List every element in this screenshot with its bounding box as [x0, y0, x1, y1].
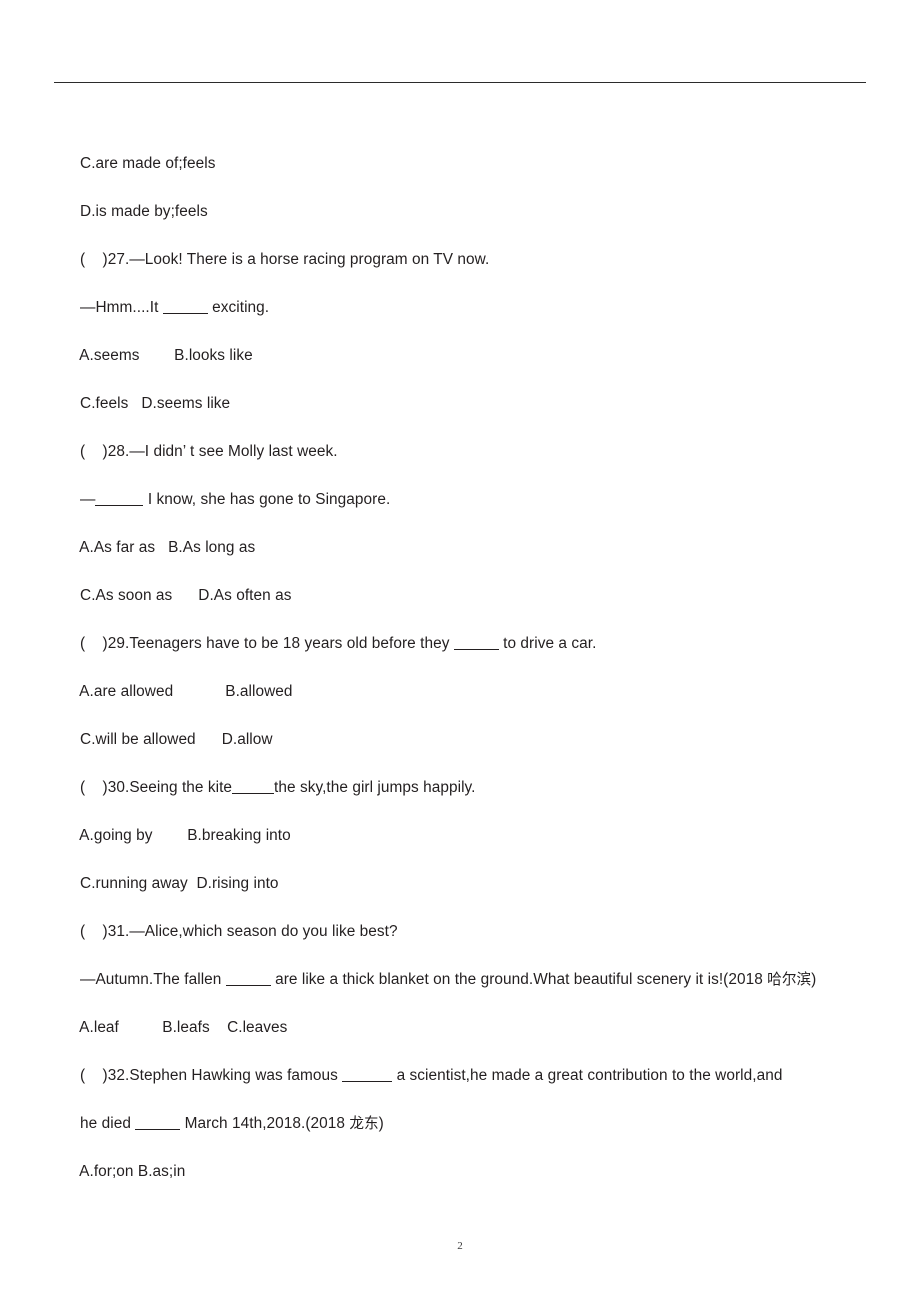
- question-text-part: ( )30.Seeing the kite: [80, 779, 233, 796]
- question-text: ( )28.—I didn’ t see Molly last week.: [80, 443, 338, 460]
- question-text-part: ( )32.Stephen Hawking was famous: [80, 1067, 343, 1084]
- question-text-part: —: [80, 491, 96, 508]
- document-body: C.are made of;feels D.is made by;feels (…: [54, 92, 874, 1180]
- question-text-part: March 14th,2018.(2018: [180, 1115, 350, 1132]
- option-text: C.feels D.seems like: [80, 395, 231, 412]
- question-text: ( )31.—Alice,which season do you like be…: [80, 923, 398, 940]
- answer-blank: [162, 313, 208, 314]
- page-number: 2: [457, 1240, 463, 1252]
- question-text-part: ): [811, 971, 817, 988]
- question-text-part: the sky,the girl jumps happily.: [274, 779, 476, 796]
- question-text-part: exciting.: [207, 299, 270, 316]
- option-line-26-c: C.are made of;feels: [54, 92, 874, 172]
- question-text-part: are like a thick blanket on the ground.W…: [270, 971, 768, 988]
- document-page: C.are made of;feels D.is made by;feels (…: [0, 0, 920, 1302]
- option-text: C.As soon as D.As often as: [80, 587, 292, 604]
- option-text: A.seems B.looks like: [79, 347, 253, 364]
- answer-blank: [225, 985, 271, 986]
- option-text: A.leaf B.leafs C.leaves: [79, 1019, 288, 1036]
- answer-blank: [232, 793, 275, 794]
- question-text: ( )27.—Look! There is a horse racing pro…: [80, 251, 490, 268]
- question-text-part: a scientist,he made a great contribution…: [392, 1067, 783, 1084]
- option-text: D.is made by;feels: [80, 203, 208, 220]
- answer-blank: [342, 1081, 393, 1082]
- question-text-part: ( )29.Teenagers have to be 18 years old …: [80, 635, 454, 652]
- answer-blank: [453, 649, 499, 650]
- option-text: A.As far as B.As long as: [79, 539, 256, 556]
- option-text: A.going by B.breaking into: [79, 827, 291, 844]
- option-text: C.will be allowed D.allow: [80, 731, 273, 748]
- exam-source-label: 哈尔滨: [767, 971, 812, 988]
- option-text: A.for;on B.as;in: [79, 1163, 186, 1180]
- question-text-part: I know, she has gone to Singapore.: [143, 491, 391, 508]
- question-text-part: he died: [80, 1115, 136, 1132]
- question-text-part: —Hmm....It: [80, 299, 163, 316]
- option-text: C.running away D.rising into: [80, 875, 279, 892]
- option-text: C.are made of;feels: [80, 155, 216, 172]
- header-divider-rule: [54, 82, 866, 83]
- question-text-part: —Autumn.The fallen: [80, 971, 226, 988]
- option-text: A.are allowed B.allowed: [79, 683, 293, 700]
- exam-source-label: 龙东: [349, 1115, 379, 1132]
- question-text-part: ): [378, 1115, 384, 1132]
- answer-blank: [95, 505, 144, 506]
- answer-blank: [135, 1129, 181, 1130]
- question-text-part: to drive a car.: [498, 635, 597, 652]
